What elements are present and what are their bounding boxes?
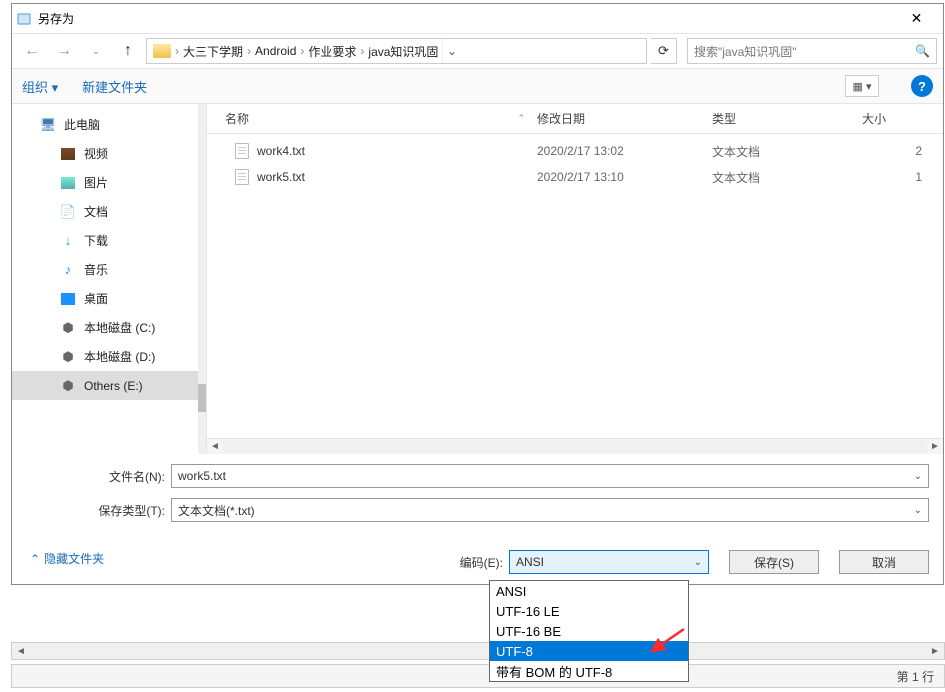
- refresh-button[interactable]: ⟳: [651, 38, 677, 64]
- back-button[interactable]: ←: [18, 37, 46, 65]
- chevron-up-icon: ⌃: [30, 552, 40, 566]
- crumb-2[interactable]: 作业要求: [304, 43, 360, 60]
- download-icon: ↓: [60, 233, 76, 249]
- filename-label: 文件名(N):: [26, 468, 171, 485]
- chevron-down-icon: ⌄: [914, 471, 922, 482]
- nav-row: ← → ⌄ ↑ › 大三下学期 › Android › 作业要求 › java知…: [12, 34, 943, 68]
- crumb-3[interactable]: java知识巩固: [364, 43, 442, 60]
- document-icon: 📄: [60, 204, 76, 220]
- breadcrumb-dropdown[interactable]: ⌄: [442, 39, 460, 63]
- sidebar-music[interactable]: ♪音乐: [12, 255, 206, 284]
- file-list: work4.txt 2020/2/17 13:02 文本文档 2 work5.t…: [207, 134, 943, 438]
- col-date[interactable]: 修改日期: [537, 110, 712, 127]
- sidebar-documents[interactable]: 📄文档: [12, 197, 206, 226]
- window-title: 另存为: [38, 10, 894, 27]
- encoding-option[interactable]: 带有 BOM 的 UTF-8: [490, 661, 688, 681]
- organize-button[interactable]: 组织 ▾: [22, 77, 58, 96]
- dialog-body: 🖥此电脑 视频 图片 📄文档 ↓下载 ♪音乐 桌面 ⬢本地磁盘 (C:) ⬢本地…: [12, 104, 943, 454]
- file-icon: [235, 143, 249, 159]
- sidebar-disk-d[interactable]: ⬢本地磁盘 (D:): [12, 342, 206, 371]
- chevron-down-icon: ⌄: [694, 557, 702, 568]
- col-size[interactable]: 大小: [862, 110, 922, 127]
- savetype-field[interactable]: 文本文档(*.txt)⌄: [171, 498, 929, 522]
- col-type[interactable]: 类型: [712, 110, 862, 127]
- up-button[interactable]: ↑: [114, 37, 142, 65]
- filename-field[interactable]: work5.txt⌄: [171, 464, 929, 488]
- scroll-right-icon[interactable]: ►: [927, 441, 943, 452]
- savetype-label: 保存类型(T):: [26, 502, 171, 519]
- pictures-icon: [60, 175, 76, 191]
- sidebar-desktop[interactable]: 桌面: [12, 284, 206, 313]
- scroll-left-icon[interactable]: ◄: [12, 643, 30, 659]
- column-header: 名称⌃ 修改日期 类型 大小: [207, 104, 943, 134]
- scroll-left-icon[interactable]: ◄: [207, 441, 223, 452]
- video-icon: [60, 146, 76, 162]
- search-input[interactable]: 搜索"java知识巩固" 🔍: [687, 38, 937, 64]
- save-as-dialog: 另存为 ✕ ← → ⌄ ↑ › 大三下学期 › Android › 作业要求 ›…: [11, 3, 944, 585]
- music-icon: ♪: [60, 262, 76, 278]
- encoding-option[interactable]: UTF-16 LE: [490, 601, 688, 621]
- sidebar-downloads[interactable]: ↓下载: [12, 226, 206, 255]
- recent-dropdown[interactable]: ⌄: [82, 37, 110, 65]
- scroll-right-icon[interactable]: ►: [926, 643, 944, 659]
- disk-icon: ⬢: [60, 320, 76, 336]
- file-icon: [235, 169, 249, 185]
- newfolder-button[interactable]: 新建文件夹: [82, 77, 147, 96]
- save-button[interactable]: 保存(S): [729, 550, 819, 574]
- crumb-0[interactable]: 大三下学期: [179, 43, 247, 60]
- close-button[interactable]: ✕: [894, 5, 939, 33]
- search-icon: 🔍: [915, 44, 930, 58]
- forward-button[interactable]: →: [50, 37, 78, 65]
- crumb-1[interactable]: Android: [251, 44, 300, 58]
- cancel-button[interactable]: 取消: [839, 550, 929, 574]
- toolbar: 组织 ▾ 新建文件夹 ▦ ▾ ?: [12, 68, 943, 104]
- disk-icon: ⬢: [60, 378, 76, 394]
- hide-folders-toggle[interactable]: ⌃隐藏文件夹: [26, 550, 104, 567]
- encoding-option[interactable]: ANSI: [490, 581, 688, 601]
- status-bar: 第 1 行: [11, 664, 945, 688]
- file-row[interactable]: work5.txt 2020/2/17 13:10 文本文档 1: [207, 164, 943, 190]
- sidebar: 🖥此电脑 视频 图片 📄文档 ↓下载 ♪音乐 桌面 ⬢本地磁盘 (C:) ⬢本地…: [12, 104, 207, 454]
- view-button[interactable]: ▦ ▾: [845, 75, 879, 97]
- sidebar-pictures[interactable]: 图片: [12, 168, 206, 197]
- sort-caret-icon: ⌃: [517, 113, 525, 124]
- sidebar-scroll-thumb[interactable]: [198, 384, 206, 412]
- breadcrumb[interactable]: › 大三下学期 › Android › 作业要求 › java知识巩固 ⌄: [146, 38, 647, 64]
- app-icon: [16, 11, 32, 27]
- status-line: 第 1 行: [887, 668, 944, 685]
- titlebar: 另存为 ✕: [12, 4, 943, 34]
- encoding-option[interactable]: UTF-8: [490, 641, 688, 661]
- sidebar-disk-e[interactable]: ⬢Others (E:): [12, 371, 206, 400]
- file-row[interactable]: work4.txt 2020/2/17 13:02 文本文档 2: [207, 138, 943, 164]
- encoding-field[interactable]: ANSI⌄: [509, 550, 709, 574]
- sidebar-disk-c[interactable]: ⬢本地磁盘 (C:): [12, 313, 206, 342]
- encoding-label: 编码(E):: [460, 550, 503, 574]
- editor-hscroll[interactable]: ◄ ►: [11, 642, 945, 660]
- search-placeholder: 搜索"java知识巩固": [694, 43, 797, 60]
- folder-icon: [153, 44, 171, 58]
- encoding-dropdown: ANSI UTF-16 LE UTF-16 BE UTF-8 带有 BOM 的 …: [489, 580, 689, 682]
- encoding-option[interactable]: UTF-16 BE: [490, 621, 688, 641]
- help-button[interactable]: ?: [911, 75, 933, 97]
- sidebar-video[interactable]: 视频: [12, 139, 206, 168]
- disk-icon: ⬢: [60, 349, 76, 365]
- pc-icon: 🖥: [40, 117, 56, 133]
- file-hscroll[interactable]: ◄ ►: [207, 438, 943, 454]
- file-area: 名称⌃ 修改日期 类型 大小 work4.txt 2020/2/17 13:02…: [207, 104, 943, 454]
- chevron-down-icon: ⌄: [914, 505, 922, 516]
- desktop-icon: [60, 291, 76, 307]
- bottom-panel: 文件名(N): work5.txt⌄ 保存类型(T): 文本文档(*.txt)⌄…: [12, 454, 943, 584]
- sidebar-this-pc[interactable]: 🖥此电脑: [12, 110, 206, 139]
- col-name[interactable]: 名称⌃: [207, 110, 537, 127]
